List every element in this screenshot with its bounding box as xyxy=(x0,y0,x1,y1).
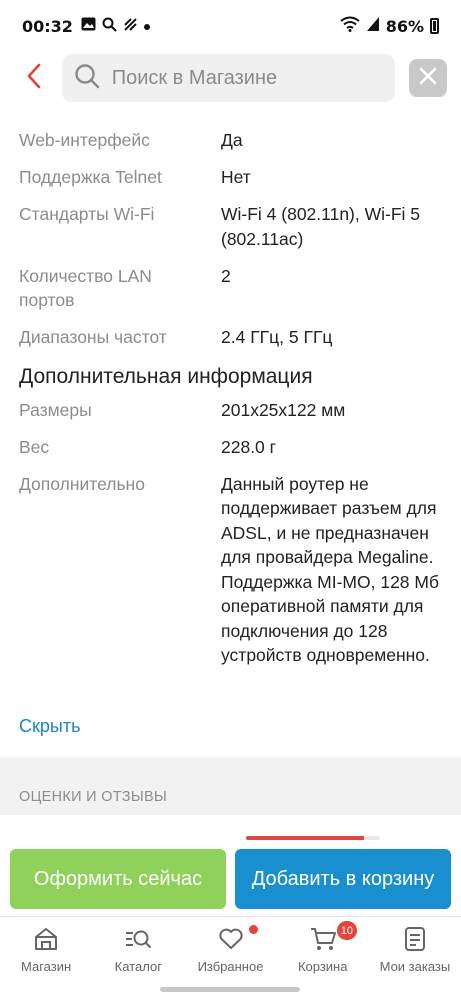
buy-now-button[interactable]: Оформить сейчас xyxy=(10,849,226,909)
battery-icon xyxy=(430,18,439,34)
search-input[interactable] xyxy=(111,66,382,90)
spec-row-lan-ports: Количество LAN портов 2 xyxy=(0,264,461,313)
add-to-cart-button[interactable]: Добавить в корзину xyxy=(235,849,451,909)
section-divider xyxy=(0,757,461,815)
spec-row-additional: Дополнительно Данный роутер не поддержив… xyxy=(0,472,461,668)
hide-specs-link[interactable]: Скрыть xyxy=(19,716,80,737)
spec-key: Стандарты Wi-Fi xyxy=(19,204,155,224)
nav-label: Каталог xyxy=(114,959,162,974)
search-box[interactable] xyxy=(61,54,396,102)
spec-key: Поддержка Telnet xyxy=(19,167,162,187)
section-title-additional: Дополнительная информация xyxy=(19,364,313,388)
spec-value: 2 xyxy=(221,265,231,286)
product-specs: Web-интерфейс Да Поддержка Telnet Нет Ст… xyxy=(0,104,461,668)
dot-icon xyxy=(143,18,150,34)
gallery-icon xyxy=(81,17,96,35)
nav-label: Избранное xyxy=(197,959,264,974)
nav-label: Мои заказы xyxy=(379,959,451,974)
signal-icon xyxy=(366,16,380,36)
orders-icon xyxy=(401,925,429,953)
spec-row-web-interface: Web-интерфейс Да xyxy=(0,128,461,153)
spec-key: Вес xyxy=(19,436,50,457)
battery-percent: 86% xyxy=(385,16,424,36)
bottom-nav: Магазин Каталог Избранное 10 Корзина Мои… xyxy=(0,916,461,978)
spec-value: Wi-Fi 4 (802.11n), Wi-Fi 5 (802.11ac) xyxy=(221,204,421,249)
store-icon xyxy=(32,925,60,953)
spec-value: 201x25x122 мм xyxy=(221,399,346,420)
cart-icon xyxy=(309,925,337,953)
catalog-search-icon xyxy=(124,925,152,953)
rating-bar xyxy=(246,836,380,840)
action-bar: Оформить сейчас Добавить в корзину xyxy=(0,842,461,916)
status-bar: 00:32 86% xyxy=(0,0,461,52)
search-header xyxy=(0,52,461,104)
cart-count-badge: 10 xyxy=(336,921,357,940)
spec-key: Размеры xyxy=(19,399,92,420)
spec-key: Диапазоны частот xyxy=(19,327,167,347)
nav-label: Корзина xyxy=(297,959,348,974)
spec-row-weight: Вес 228.0 г xyxy=(0,435,461,460)
notification-dot xyxy=(248,925,258,934)
nav-item-catalog[interactable]: Каталог xyxy=(92,917,184,978)
nav-item-store[interactable]: Магазин xyxy=(0,917,92,978)
search-notification-icon xyxy=(102,17,117,36)
data-saver-icon xyxy=(123,17,138,36)
spec-value: Да xyxy=(221,130,243,150)
spec-key: Web-интерфейс xyxy=(19,130,150,150)
spec-row-frequency-bands: Диапазоны частот 2.4 ГГц, 5 ГГц xyxy=(0,325,461,350)
spec-value: Данный роутер не поддерживает разъем для… xyxy=(221,473,439,666)
reviews-section-title: ОЦЕНКИ И ОТЗЫВЫ xyxy=(19,789,168,805)
nav-item-orders[interactable]: Мои заказы xyxy=(369,917,461,978)
spec-row-wifi-standards: Стандарты Wi-Fi Wi-Fi 4 (802.11n), Wi-Fi… xyxy=(0,202,461,251)
clear-search-button[interactable] xyxy=(409,59,447,97)
status-right: 86% xyxy=(340,16,439,36)
close-icon xyxy=(419,67,437,90)
nav-item-cart[interactable]: 10 Корзина xyxy=(277,917,369,978)
status-time: 00:32 xyxy=(22,16,73,36)
spec-row-telnet: Поддержка Telnet Нет xyxy=(0,165,461,190)
spec-key: Дополнительно xyxy=(19,473,145,494)
heart-icon xyxy=(217,925,245,953)
rating-bar-fill xyxy=(246,836,364,840)
spec-row-dimensions: Размеры 201x25x122 мм xyxy=(0,398,461,423)
chevron-left-icon xyxy=(26,63,42,94)
spec-value: 228.0 г xyxy=(221,436,277,457)
nav-label: Магазин xyxy=(21,959,72,974)
search-icon xyxy=(74,63,100,94)
back-button[interactable] xyxy=(14,56,54,100)
spec-value: 2.4 ГГц, 5 ГГц xyxy=(221,327,333,347)
spec-value: Нет xyxy=(221,167,251,187)
wifi-icon xyxy=(340,16,360,36)
nav-item-favorites[interactable]: Избранное xyxy=(184,917,276,978)
rating-summary xyxy=(0,815,461,845)
spec-key: Количество LAN портов xyxy=(19,265,152,311)
home-indicator[interactable] xyxy=(160,987,300,992)
